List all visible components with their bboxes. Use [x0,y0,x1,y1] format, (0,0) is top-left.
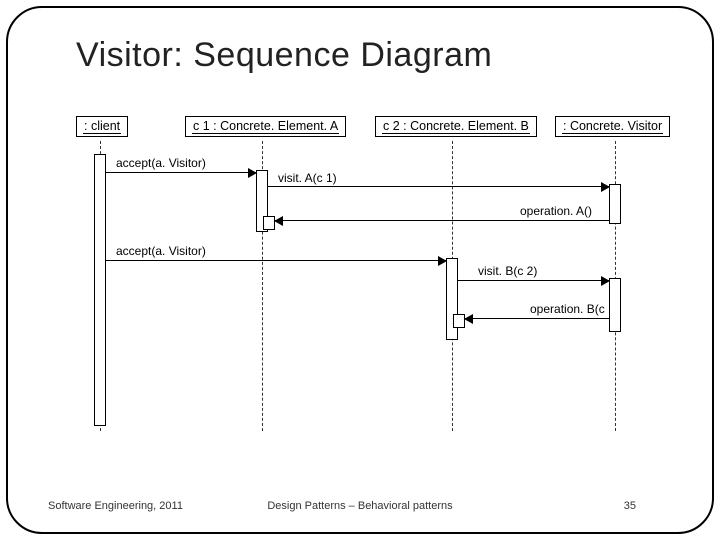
msg-visitB-label: visit. B(c 2) [478,264,537,278]
activation-visitor-2 [609,278,621,332]
msg-opB-label: operation. B(c [530,302,605,316]
msg-visitA-line [268,186,609,187]
msg-accept1-line [106,172,256,173]
participant-c2: c 2 : Concrete. Element. B [375,116,537,137]
msg-accept2-label: accept(a. Visitor) [116,244,206,258]
msg-accept1-label: accept(a. Visitor) [116,156,206,170]
footer-page-number: 35 [624,500,636,512]
participant-visitor: : Concrete. Visitor [555,116,670,137]
msg-accept2-line [106,260,446,261]
msg-opB-line [465,318,609,319]
participant-client: : client [76,116,128,137]
activation-client [94,154,106,426]
participant-c1-label: c 1 : Concrete. Element. A [192,119,339,134]
activation-visitor-1 [609,184,621,224]
footer-center: Design Patterns – Behavioral patterns [8,500,712,512]
participant-c1: c 1 : Concrete. Element. A [185,116,346,137]
participant-client-label: : client [83,119,121,134]
participant-c2-label: c 2 : Concrete. Element. B [382,119,530,134]
slide-title: Visitor: Sequence Diagram [76,36,492,75]
msg-opA-line [275,220,609,221]
participant-visitor-label: : Concrete. Visitor [562,119,663,134]
msg-opA-label: operation. A() [520,204,592,218]
sequence-diagram: : client c 1 : Concrete. Element. A c 2 … [58,116,678,446]
msg-visitA-label: visit. A(c 1) [278,171,337,185]
slide-frame: Visitor: Sequence Diagram : client c 1 :… [6,6,714,534]
msg-visitB-line [458,280,609,281]
